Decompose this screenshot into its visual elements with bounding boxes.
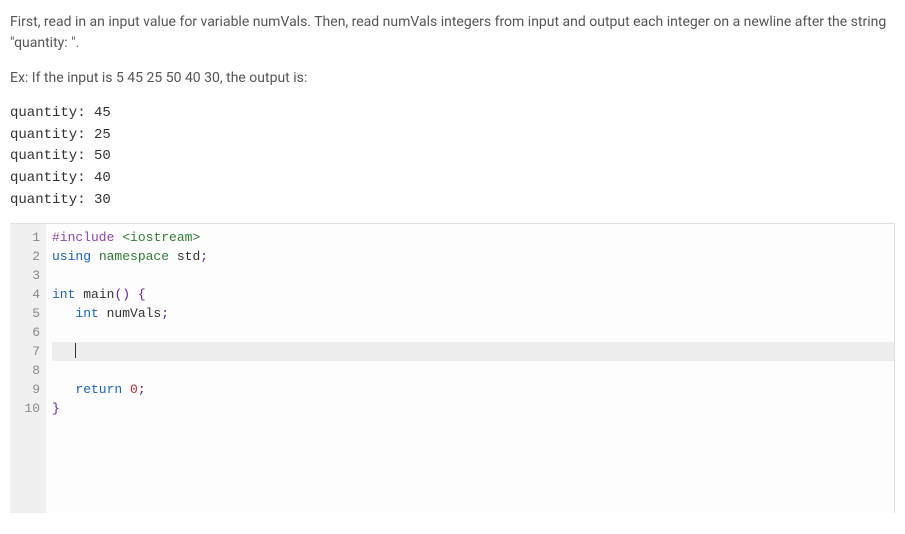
- line-number: 1: [10, 228, 40, 247]
- code-line[interactable]: #include <iostream>: [52, 228, 894, 247]
- code-line[interactable]: [52, 342, 894, 361]
- code-line[interactable]: }: [52, 399, 894, 418]
- line-number: 9: [10, 380, 40, 399]
- line-number-gutter: 12345678910: [10, 224, 46, 513]
- code-editor[interactable]: 12345678910 #include <iostream>using nam…: [10, 223, 895, 513]
- code-line[interactable]: int numVals;: [52, 304, 894, 323]
- example-intro: Ex: If the input is 5 45 25 50 40 30, th…: [10, 68, 895, 89]
- code-line[interactable]: [52, 361, 894, 380]
- example-output: quantity: 45 quantity: 25 quantity: 50 q…: [10, 103, 895, 211]
- line-number: 7: [10, 342, 40, 361]
- line-number: 2: [10, 247, 40, 266]
- line-number: 4: [10, 285, 40, 304]
- code-area[interactable]: #include <iostream>using namespace std; i…: [46, 224, 894, 513]
- text-cursor: [75, 343, 76, 358]
- code-line[interactable]: using namespace std;: [52, 247, 894, 266]
- line-number: 3: [10, 266, 40, 285]
- code-line[interactable]: return 0;: [52, 380, 894, 399]
- code-line[interactable]: [52, 323, 894, 342]
- line-number: 8: [10, 361, 40, 380]
- line-number: 6: [10, 323, 40, 342]
- code-line[interactable]: [52, 266, 894, 285]
- line-number: 5: [10, 304, 40, 323]
- line-number: 10: [10, 399, 40, 418]
- code-line[interactable]: int main() {: [52, 285, 894, 304]
- problem-instructions: First, read in an input value for variab…: [10, 12, 895, 54]
